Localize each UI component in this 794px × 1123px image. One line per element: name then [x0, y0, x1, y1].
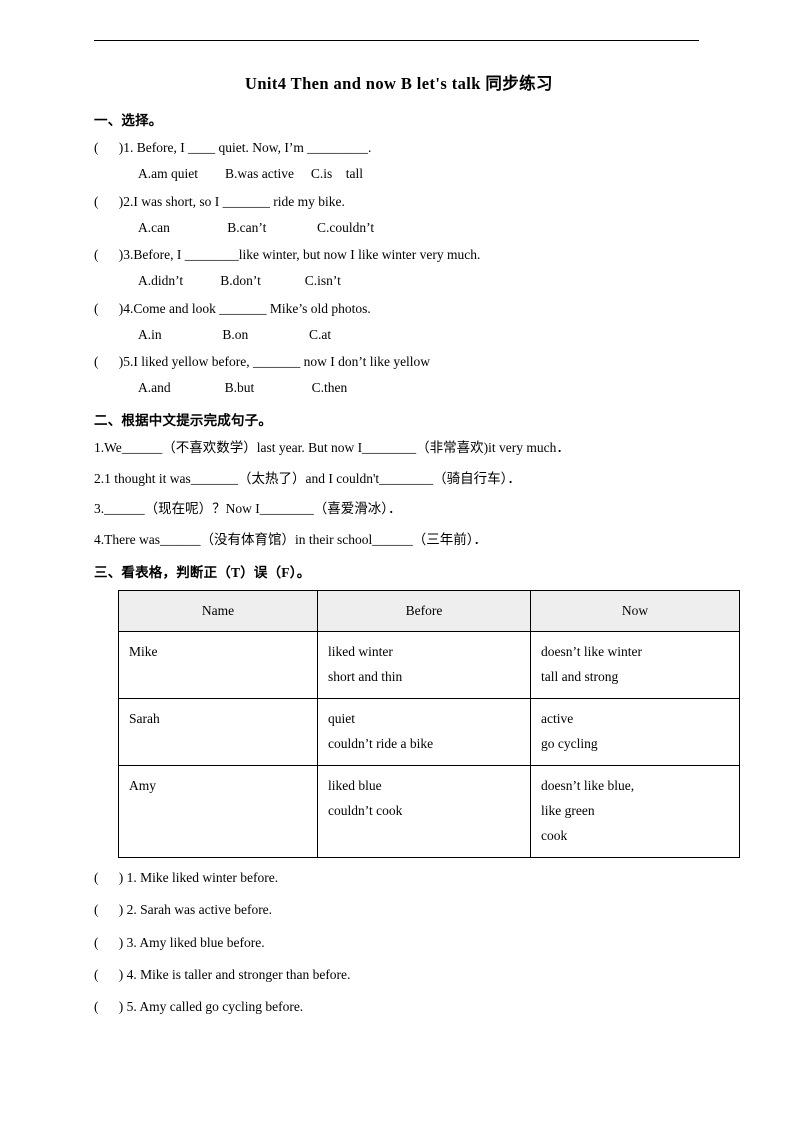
cell-text: cook: [541, 828, 568, 844]
fill-in-item: 1.We______（不喜欢数学）last year. But now I___…: [94, 439, 570, 455]
cell-name: Amy: [118, 765, 318, 859]
column-header-name: Name: [118, 590, 318, 633]
cell-text: couldn’t ride a bike: [328, 736, 434, 752]
cell-text: liked winter: [328, 644, 393, 660]
cell-text: active: [541, 711, 574, 727]
cell-text: doesn’t like blue,: [541, 778, 635, 794]
cell-text: Mike: [129, 644, 158, 660]
cell-before: quiet couldn’t ride a bike: [317, 698, 531, 767]
cell-name: Sarah: [118, 698, 318, 767]
question-stem: ( )2.I was short, so I _______ ride my b…: [94, 193, 345, 209]
cell-before: liked blue couldn’t cook: [317, 765, 531, 859]
cell-before: liked winter short and thin: [317, 631, 531, 700]
cell-text: liked blue: [328, 778, 382, 794]
cell-text: Sarah: [129, 711, 160, 727]
question-stem: ( )1. Before, I ____ quiet. Now, I’m ___…: [94, 140, 372, 156]
page-title: Unit4 Then and now B let's talk 同步练习: [245, 74, 553, 93]
true-false-item: ( ) 5. Amy called go cycling before.: [94, 999, 304, 1015]
table-row: Amy liked blue couldn’t cook doesn’t lik…: [118, 765, 740, 859]
document-content: Unit4 Then and now B let's talk 同步练习 一、选…: [94, 72, 740, 1029]
header-divider: [94, 40, 699, 41]
table-row: Sarah quiet couldn’t ride a bike active …: [118, 698, 740, 767]
true-false-item: ( ) 2. Sarah was active before.: [94, 902, 273, 918]
cell-now: doesn’t like winter tall and strong: [530, 631, 740, 700]
table-row: Mike liked winter short and thin doesn’t…: [118, 631, 740, 700]
question-options: A.can B.can’t C.couldn’t: [138, 219, 375, 235]
column-header-before: Before: [317, 590, 531, 633]
cell-text: doesn’t like winter: [541, 644, 642, 660]
cell-now: active go cycling: [530, 698, 740, 767]
section-3-heading: 三、看表格，判断正（T）误（F）。: [94, 565, 311, 581]
question-stem: ( )3.Before, I ________like winter, but …: [94, 247, 481, 263]
worksheet-page: Unit4 Then and now B let's talk 同步练习 一、选…: [0, 0, 794, 1123]
cell-text: tall and strong: [541, 669, 619, 685]
cell-text: couldn’t cook: [328, 803, 403, 819]
question-stem: ( )4.Come and look _______ Mike’s old ph…: [94, 300, 371, 316]
comparison-table: Name Before Now Mike liked winter short …: [118, 590, 740, 859]
section-1-heading: 一、选择。: [94, 113, 163, 129]
cell-text: short and thin: [328, 669, 403, 685]
fill-in-item: 4.There was______（没有体育馆）in their school_…: [94, 532, 487, 548]
cell-now: doesn’t like blue, like green cook: [530, 765, 740, 859]
cell-text: Amy: [129, 778, 156, 794]
true-false-item: ( ) 4. Mike is taller and stronger than …: [94, 966, 351, 982]
cell-text: like green: [541, 803, 595, 819]
cell-text: quiet: [328, 711, 355, 727]
question-stem: ( )5.I liked yellow before, _______ now …: [94, 354, 431, 370]
question-options: A.didn’t B.don’t C.isn’t: [138, 273, 341, 289]
column-header-now: Now: [530, 590, 740, 633]
fill-in-item: 2.1 thought it was_______（太热了）and I coul…: [94, 470, 521, 486]
cell-text: go cycling: [541, 736, 598, 752]
question-options: A.and B.but C.then: [138, 380, 348, 396]
true-false-item: ( ) 1. Mike liked winter before.: [94, 870, 279, 886]
fill-in-item: 3.______（现在呢）？Now I________（喜爱滑冰）．: [94, 501, 402, 517]
true-false-item: ( ) 3. Amy liked blue before.: [94, 934, 265, 950]
table-header-row: Name Before Now: [118, 590, 740, 633]
cell-name: Mike: [118, 631, 318, 700]
section-2-heading: 二、根据中文提示完成句子。: [94, 412, 273, 428]
question-options: A.am quiet B.was active C.is tall: [138, 166, 363, 182]
question-options: A.in B.on C.at: [138, 326, 332, 342]
